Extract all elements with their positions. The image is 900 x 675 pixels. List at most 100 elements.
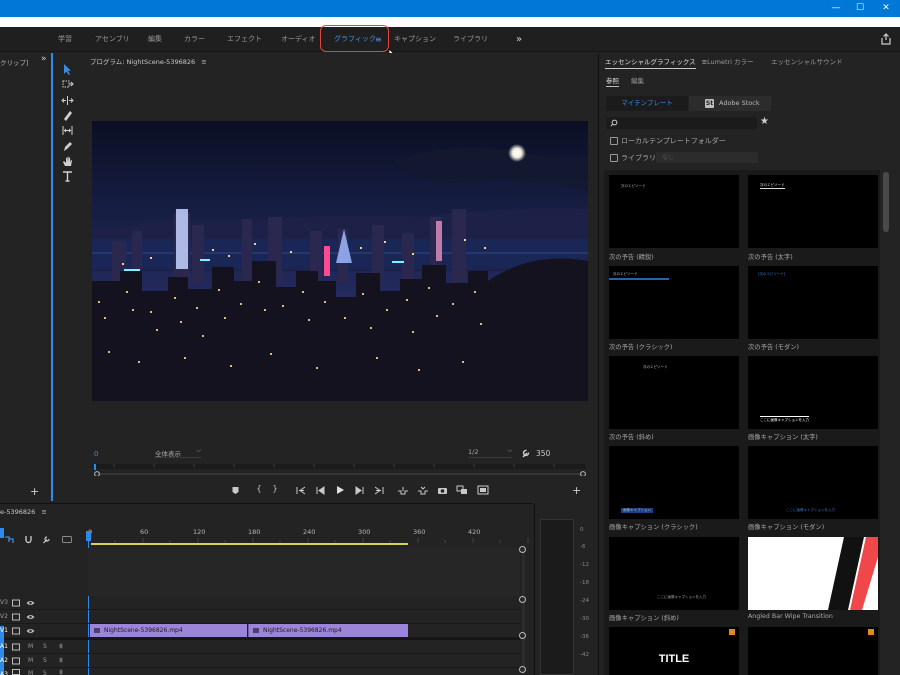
toggle-sync-lock-icon[interactable] — [12, 627, 20, 635]
pen-tool-icon[interactable] — [61, 140, 74, 153]
go-to-out-icon[interactable] — [374, 486, 384, 495]
scroll-handle-top[interactable] — [519, 632, 526, 639]
track-v2[interactable] — [0, 610, 520, 624]
captions-icon[interactable] — [62, 536, 72, 543]
track-id-label[interactable]: V3 — [0, 599, 8, 606]
track-id-label[interactable]: V1 — [0, 627, 8, 634]
workspace-assembly[interactable]: アセンブリ — [95, 27, 130, 52]
track-a3[interactable] — [0, 668, 520, 675]
toggle-sync-lock-icon[interactable] — [12, 599, 20, 607]
share-icon[interactable] — [880, 33, 892, 45]
toggle-sync-lock-icon[interactable] — [12, 643, 20, 651]
program-video-frame[interactable] — [92, 121, 588, 401]
solo-button[interactable]: S — [43, 657, 47, 664]
razor-tool-icon[interactable] — [61, 109, 74, 122]
eye-icon[interactable] — [26, 599, 35, 607]
mark-in-button[interactable]: { — [252, 484, 266, 493]
microphone-icon[interactable] — [58, 669, 64, 675]
timeline-sequence-tab[interactable]: e-5396826 ≡ — [0, 508, 47, 516]
toggle-sync-lock-icon[interactable] — [12, 613, 20, 621]
template-search-input[interactable] — [606, 117, 757, 129]
eye-icon[interactable] — [26, 613, 35, 621]
favorites-star-icon[interactable]: ★ — [760, 116, 769, 127]
step-back-icon[interactable] — [316, 486, 325, 495]
timeline-playhead-handle[interactable] — [86, 531, 91, 541]
playhead-timecode[interactable]: 0 — [94, 450, 98, 458]
template-thumbnail[interactable]: 画像キャプション — [609, 446, 739, 519]
workspace-learn[interactable]: 学習 — [58, 27, 72, 52]
solo-button[interactable]: S — [43, 670, 47, 675]
scroll-handle-top[interactable] — [519, 546, 526, 553]
track-select-tool-icon[interactable] — [61, 78, 74, 91]
lift-icon[interactable] — [397, 486, 409, 495]
close-button[interactable]: ✕ — [872, 0, 900, 17]
mark-out-button[interactable]: } — [268, 484, 282, 493]
library-select[interactable]: なし — [656, 152, 758, 163]
template-thumbnail[interactable]: ここに画像キャプションを入力 — [748, 356, 878, 429]
go-to-in-icon[interactable] — [296, 486, 306, 495]
step-forward-icon[interactable] — [355, 486, 364, 495]
template-thumbnail[interactable]: [次のエピソード] — [748, 266, 878, 339]
slip-tool-icon[interactable] — [61, 124, 74, 137]
template-thumbnail[interactable]: ここに画像キャプションを入力 — [609, 537, 739, 610]
hand-tool-icon[interactable] — [61, 155, 74, 168]
track-a1[interactable] — [0, 640, 520, 654]
play-icon[interactable] — [335, 485, 345, 495]
project-panel-title[interactable]: クリップ] — [0, 57, 29, 67]
template-thumbnail[interactable]: ここに画像キャプションを入力 — [748, 446, 878, 519]
libraries-checkbox[interactable] — [610, 154, 618, 162]
mute-button[interactable]: M — [28, 670, 33, 675]
video-clip[interactable]: NightScene-5396826.mp4 — [90, 624, 247, 637]
local-templates-checkbox[interactable] — [610, 137, 618, 145]
tab-lumetri-color[interactable]: Lumetri カラー — [707, 56, 754, 66]
subtab-edit[interactable]: 編集 — [631, 75, 644, 85]
project-overflow-button[interactable]: » — [41, 54, 47, 64]
template-thumbnail[interactable]: 次のエピソード — [748, 175, 878, 248]
snap-magnet-icon[interactable] — [25, 535, 32, 544]
track-v3[interactable] — [0, 596, 520, 610]
workspace-editing[interactable]: 編集 — [148, 27, 162, 52]
comparison-view-icon[interactable] — [456, 485, 468, 495]
solo-button[interactable]: S — [43, 643, 47, 650]
extract-icon[interactable] — [417, 486, 429, 495]
workspace-overflow-button[interactable]: » — [516, 27, 522, 52]
add-marker-icon[interactable] — [231, 486, 240, 495]
template-thumbnail[interactable] — [748, 537, 878, 610]
template-thumbnail[interactable]: 次のエピソード — [609, 266, 739, 339]
export-frame-camera-icon[interactable] — [437, 486, 448, 495]
workspace-captions[interactable]: キャプション — [394, 27, 436, 52]
video-clip[interactable]: NightScene-5396826.mp4 — [248, 624, 408, 637]
workspace-color[interactable]: カラー — [184, 27, 205, 52]
ripple-edit-tool-icon[interactable] — [61, 94, 74, 107]
zoom-level-select[interactable]: 全体表示 ⌵ — [155, 447, 201, 458]
adobe-stock-tab[interactable]: Adobe Stock — [689, 96, 771, 111]
track-a2[interactable] — [0, 654, 520, 668]
template-scrollbar[interactable] — [883, 172, 889, 232]
workspace-audio[interactable]: オーディオ — [281, 27, 316, 52]
project-add-button[interactable]: + — [30, 485, 39, 498]
track-id-label[interactable]: A2 — [0, 657, 8, 664]
mute-button[interactable]: M — [28, 657, 33, 664]
microphone-icon[interactable] — [58, 643, 64, 651]
timeline-vertical-scrollbar[interactable] — [522, 548, 525, 675]
type-tool-icon[interactable] — [61, 170, 74, 183]
wrench-settings-icon[interactable] — [521, 448, 531, 458]
nest-sequence-icon[interactable] — [4, 535, 14, 544]
program-scrubber[interactable] — [94, 464, 586, 476]
toggle-sync-lock-icon[interactable] — [12, 657, 20, 665]
mute-button[interactable]: M — [28, 643, 33, 650]
track-id-label[interactable]: A3 — [0, 671, 8, 675]
selection-tool-icon[interactable] — [61, 63, 74, 76]
template-thumbnail[interactable]: TITLE — [609, 627, 739, 675]
track-id-label[interactable]: V2 — [0, 613, 8, 620]
subtab-browse[interactable]: 参照 — [606, 75, 619, 87]
microphone-icon[interactable] — [58, 657, 64, 665]
tab-essential-sound[interactable]: エッセンシャルサウンド — [771, 56, 843, 66]
program-monitor-title[interactable]: プログラム: NightScene-5396826 ≡ — [90, 56, 207, 66]
scroll-handle-bottom[interactable] — [519, 596, 526, 603]
timeline-wrench-icon[interactable] — [42, 535, 51, 544]
work-area-bar[interactable] — [91, 543, 408, 545]
maximize-button[interactable]: ☐ — [846, 0, 874, 17]
playback-resolution-select[interactable]: 1/2 ⌵ — [468, 447, 512, 458]
scroll-handle-bottom[interactable] — [519, 666, 526, 673]
